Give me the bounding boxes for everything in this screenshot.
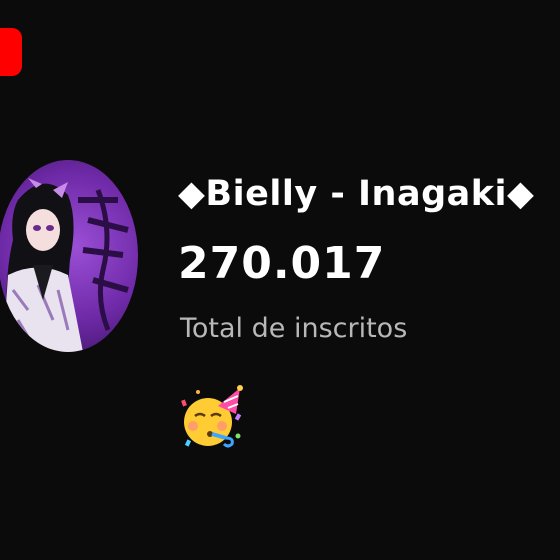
channel-name: ◆Bielly - Inagaki◆ [178, 174, 535, 214]
subscriber-count: 270.017 [178, 238, 386, 289]
youtube-logo-icon [0, 28, 22, 76]
subscriber-label: Total de inscritos [180, 313, 408, 344]
partying-face-icon [178, 384, 248, 454]
avatar-image [3, 178, 129, 352]
channel-avatar[interactable] [0, 160, 138, 352]
